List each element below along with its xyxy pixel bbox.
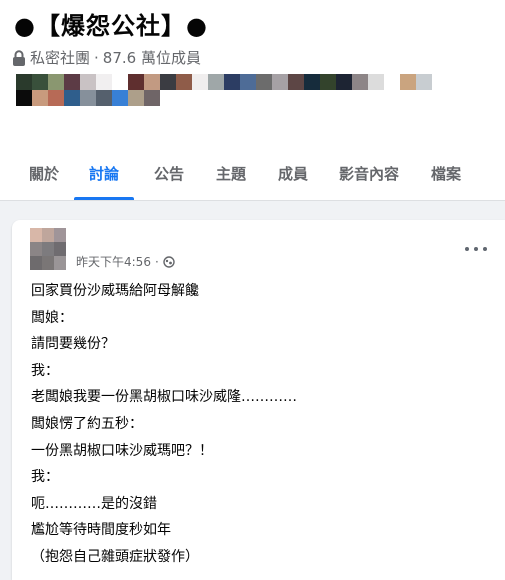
poster-avatar-tile <box>30 242 42 256</box>
poster-avatar-tile <box>30 256 42 270</box>
member-avatar-tile <box>80 90 96 106</box>
member-avatar-tile <box>192 74 208 90</box>
post-body: 回家買份沙威瑪給阿母解饞 闆娘： 請問要幾份？ 我： 老闆娘我要一份黑胡椒口味沙威隆……… <box>31 278 297 571</box>
poster-avatar-tile <box>42 242 54 256</box>
meta-separator: · <box>94 48 99 67</box>
member-avatar-tile <box>368 74 384 90</box>
more-options-icon[interactable] <box>465 242 487 256</box>
member-avatar-tile <box>128 74 144 90</box>
post-line: 闆娘愣了約五秒： <box>31 415 143 432</box>
member-avatar-tile <box>224 74 240 90</box>
member-avatar-tile <box>112 90 128 106</box>
tab-5[interactable]: 影音內容 <box>324 147 414 200</box>
member-avatar-tile <box>32 90 48 106</box>
post-line: 尷尬等待時間度秒如年 <box>31 522 171 539</box>
member-avatar-tile <box>288 74 304 90</box>
member-avatar-tile <box>304 74 320 90</box>
member-avatar-tile <box>176 74 192 90</box>
post-time[interactable]: 昨天下午4:56 <box>76 253 151 270</box>
member-avatar-tile <box>416 74 432 90</box>
member-avatar-tile <box>352 74 368 90</box>
group-title[interactable]: ●【爆怨公社】● <box>14 6 208 41</box>
poster-avatar-tile <box>30 228 42 242</box>
post-line: 老闆娘我要一份黑胡椒口味沙威隆………… <box>31 389 297 406</box>
member-avatar-tile <box>48 74 64 90</box>
member-avatar-tile <box>272 74 288 90</box>
tab-3[interactable]: 主題 <box>200 147 262 200</box>
member-avatar-tile <box>128 90 144 106</box>
group-header: ●【爆怨公社】● 私密社團 · 87.6 萬位成員 關於 討論 公告 主題 成員 影音內容… <box>0 0 505 201</box>
member-avatar-tile <box>384 74 400 90</box>
post-line: 闆娘： <box>31 309 73 326</box>
tab-1[interactable]: 討論 <box>74 147 134 200</box>
globe-icon <box>163 255 175 268</box>
tab-6[interactable]: 檔案 <box>416 147 476 200</box>
member-avatar-tile <box>160 74 176 90</box>
member-avatar-tile <box>96 74 112 90</box>
member-avatar-tile <box>240 74 256 90</box>
member-avatar-tile <box>48 90 64 106</box>
member-avatar-tile <box>144 74 160 90</box>
poster-avatar-tile <box>54 228 66 242</box>
member-avatar-tile <box>336 74 352 90</box>
poster-avatar-tile <box>42 256 54 270</box>
poster-avatar[interactable] <box>30 228 66 270</box>
lock-icon <box>12 49 26 66</box>
post-line: （抱怨自己雜頭症狀發作） <box>31 548 199 565</box>
member-avatar-tile <box>96 90 112 106</box>
member-avatar-tile <box>208 74 224 90</box>
poster-avatar-tile <box>42 228 54 242</box>
post-line: 我： <box>31 362 59 379</box>
group-tabs: 關於 討論 公告 主題 成員 影音內容 檔案 <box>0 147 505 200</box>
group-meta: 私密社團 · 87.6 萬位成員 <box>12 47 201 68</box>
poster-avatar-tile <box>54 256 66 270</box>
member-avatar-tile <box>80 74 96 90</box>
group-privacy: 私密社團 <box>30 49 91 67</box>
member-avatar-tile <box>400 74 416 90</box>
timestamp-separator: · <box>154 254 159 269</box>
poster-avatar-tile <box>54 242 66 256</box>
member-avatars[interactable] <box>16 74 432 120</box>
member-avatar-tile <box>16 74 32 90</box>
tab-0[interactable]: 關於 <box>14 147 74 200</box>
member-avatar-tile <box>112 74 128 90</box>
member-avatar-tile <box>16 90 32 106</box>
group-member-count[interactable]: 87.6 萬位成員 <box>103 47 201 68</box>
post-timestamp: 昨天下午4:56 · <box>76 253 175 270</box>
member-avatar-tile <box>144 90 160 106</box>
member-avatar-tile <box>64 74 80 90</box>
post-card: 昨天下午4:56 · 回家買份沙威瑪給阿母解饞 闆娘： 請問要幾份？ 我： 老闆娘我要一… <box>12 220 505 580</box>
member-avatar-tile <box>64 90 80 106</box>
member-avatar-tile <box>32 74 48 90</box>
post-line: 一份黑胡椒口味沙威瑪吧？！ <box>31 442 213 459</box>
post-line: 回家買份沙威瑪給阿母解饞 <box>31 283 199 299</box>
tab-2[interactable]: 公告 <box>138 147 200 200</box>
member-avatar-tile <box>320 74 336 90</box>
post-line: 我： <box>31 469 59 486</box>
post-line: 請問要幾份？ <box>31 336 115 353</box>
post-line: 呃…………是的沒錯 <box>31 495 157 512</box>
tab-4[interactable]: 成員 <box>262 147 324 200</box>
member-avatar-tile <box>256 74 272 90</box>
